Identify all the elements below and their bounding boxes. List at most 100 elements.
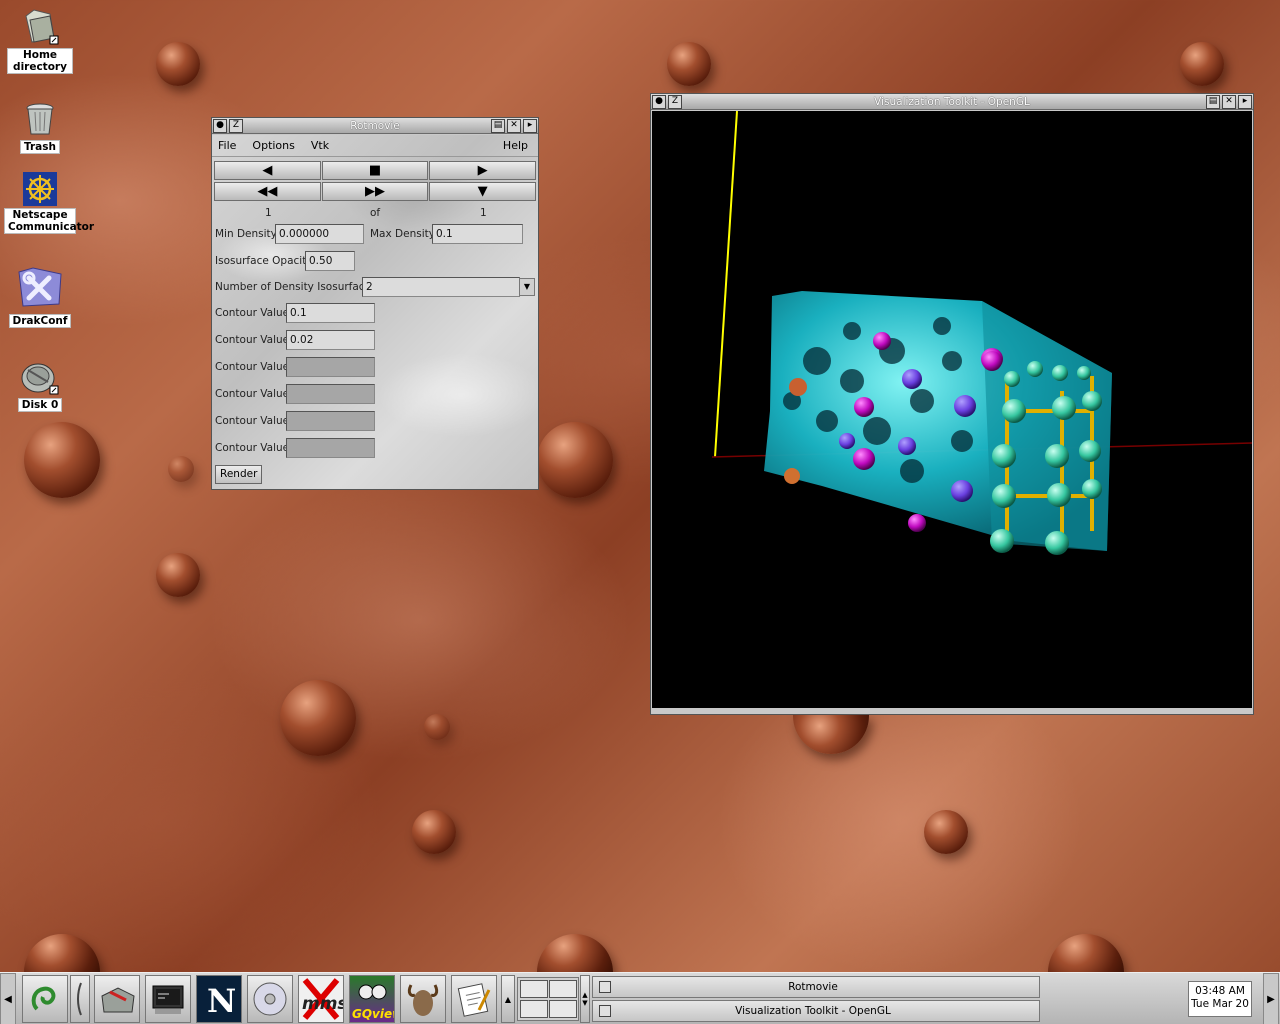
terminal-icon[interactable] <box>145 975 191 1023</box>
clock-date: Tue Mar 20 <box>1191 998 1249 1010</box>
maximize-button[interactable]: ▤ <box>491 118 505 133</box>
desktop-icon-home[interactable]: Home directory <box>4 6 76 74</box>
gnu-icon[interactable] <box>400 975 446 1023</box>
menu-vtk[interactable]: Vtk <box>311 139 329 152</box>
wallpaper-sphere <box>156 553 200 597</box>
contour-field[interactable] <box>286 438 375 458</box>
contour-field[interactable] <box>286 357 375 377</box>
contour-field[interactable]: 0.1 <box>286 303 375 323</box>
wallpaper-sphere <box>168 456 194 482</box>
menu-help[interactable]: Help <box>503 139 528 152</box>
wallpaper-sphere <box>924 810 968 854</box>
arrow-button[interactable]: ▸ <box>1238 94 1252 109</box>
wallpaper-sphere <box>24 934 100 974</box>
gqview-icon[interactable]: GQview <box>349 975 395 1023</box>
playback-row-1: ◀ ■ ▶ <box>214 161 537 180</box>
svg-text:N: N <box>207 982 236 1019</box>
opacity-field[interactable]: 0.50 <box>305 251 355 271</box>
frame-total: 1 <box>480 207 487 219</box>
min-density-label: Min Density <box>215 228 277 240</box>
clock[interactable]: 03:48 AM Tue Mar 20 <box>1188 981 1252 1017</box>
rotmovie-titlebar[interactable]: ● Z Rotmovie ▤ ✕ ▸ <box>212 118 538 134</box>
contour-label: Contour Value <box>215 388 290 400</box>
dropdown-button[interactable]: ▼ <box>429 182 537 201</box>
isosurface-render <box>711 111 1252 555</box>
window-icon <box>599 1005 611 1017</box>
num-isosurfaces-select[interactable]: 2 <box>362 277 520 297</box>
harddisk-icon <box>20 356 60 396</box>
shade-button[interactable]: Z <box>668 94 682 109</box>
contour-label: Contour Value <box>215 334 290 346</box>
shade-button[interactable]: Z <box>229 118 243 133</box>
fast-forward-button[interactable]: ▶▶ <box>321 182 429 201</box>
frame-of-label: of <box>370 207 381 219</box>
window-menu-button[interactable]: ● <box>213 118 227 133</box>
close-button[interactable]: ✕ <box>1222 94 1236 109</box>
contour-field[interactable] <box>286 411 375 431</box>
task-vtk[interactable]: Visualization Toolkit - OpenGL <box>592 1000 1040 1022</box>
wallpaper-sphere <box>537 934 613 974</box>
notepad-icon[interactable] <box>451 975 497 1023</box>
launcher-arrow[interactable]: ▲ <box>501 975 515 1023</box>
desktop-icon-trash[interactable]: Trash <box>4 98 76 154</box>
workspace-pager[interactable] <box>517 977 579 1021</box>
taskbar-scroll-left[interactable]: ◀ <box>0 973 16 1024</box>
taskbar-scroll-right[interactable]: ▶ <box>1263 973 1279 1024</box>
window-title: Rotmovie <box>350 119 400 132</box>
max-density-label: Max Density <box>370 228 435 240</box>
menu-file[interactable]: File <box>218 139 236 152</box>
tasklist-arrows[interactable]: ▲ ▼ <box>580 975 590 1023</box>
trash-icon <box>20 98 60 138</box>
toolbox-icon[interactable] <box>94 975 140 1023</box>
wallpaper-sphere <box>24 422 100 498</box>
contour-label: Contour Value <box>215 415 290 427</box>
cd-icon[interactable] <box>247 975 293 1023</box>
wallpaper-sphere <box>667 42 711 86</box>
render-button[interactable]: Render <box>215 465 263 484</box>
window-menu-button[interactable]: ● <box>652 94 666 109</box>
play-backward-button[interactable]: ◀ <box>214 161 321 180</box>
chevron-down-icon[interactable]: ▼ <box>519 278 535 296</box>
opengl-render-view[interactable] <box>652 111 1252 708</box>
contour-label: Contour Value <box>215 361 290 373</box>
opacity-label: Isosurface Opacity <box>215 255 313 267</box>
gnome-foot-icon[interactable] <box>22 975 68 1023</box>
rewind-button[interactable]: ◀◀ <box>214 182 321 201</box>
wallpaper-sphere <box>1180 42 1224 86</box>
desktop-icon-drakconf[interactable]: DrakConf <box>4 262 76 328</box>
desktop-icon-label: Home directory <box>7 48 73 74</box>
arrow-button[interactable]: ▸ <box>523 118 537 133</box>
task-label: Visualization Toolkit - OpenGL <box>735 1005 891 1017</box>
window-title: Visualization Toolkit - OpenGL <box>874 95 1030 108</box>
wallpaper-sphere <box>537 422 613 498</box>
folder-icon <box>20 6 60 46</box>
netscape-icon[interactable]: N <box>196 975 242 1023</box>
wallpaper-sphere <box>793 714 869 754</box>
desktop-icon-label: Netscape Communicator <box>4 208 94 234</box>
desktop-icon-label: Disk 0 <box>17 398 63 412</box>
play-forward-button[interactable]: ▶ <box>429 161 537 180</box>
vtk-titlebar[interactable]: ● Z Visualization Toolkit - OpenGL ▤ ✕ ▸ <box>651 94 1253 110</box>
min-density-field[interactable]: 0.000000 <box>275 224 364 244</box>
clock-time: 03:48 AM <box>1195 985 1245 997</box>
stop-button[interactable]: ■ <box>321 161 429 180</box>
menu-options[interactable]: Options <box>252 139 294 152</box>
maximize-button[interactable]: ▤ <box>1206 94 1220 109</box>
rotmovie-window: ● Z Rotmovie ▤ ✕ ▸ File Options Vtk Help… <box>211 117 539 490</box>
desktop-icon-disk[interactable]: Disk 0 <box>4 356 76 412</box>
desktop-icon-label: DrakConf <box>8 314 72 328</box>
taskbar: ◀ N mms GQview ▲ ▲▼ Rotmovie Visuali <box>0 972 1280 1024</box>
mms-label: mms <box>302 994 343 1014</box>
max-density-field[interactable]: 0.1 <box>432 224 523 244</box>
desktop-icon-netscape[interactable]: Netscape Communicator <box>4 172 94 234</box>
mms-icon[interactable]: mms <box>298 975 344 1023</box>
contour-label: Contour Value <box>215 307 290 319</box>
task-rotmovie[interactable]: Rotmovie <box>592 976 1040 998</box>
drakconf-tools-icon <box>15 262 65 312</box>
wallpaper-sphere <box>280 680 356 756</box>
contour-field[interactable] <box>286 384 375 404</box>
contour-field[interactable]: 0.02 <box>286 330 375 350</box>
wallpaper-sphere <box>1048 934 1124 974</box>
gqview-label: GQview <box>352 1007 394 1021</box>
close-button[interactable]: ✕ <box>507 118 521 133</box>
